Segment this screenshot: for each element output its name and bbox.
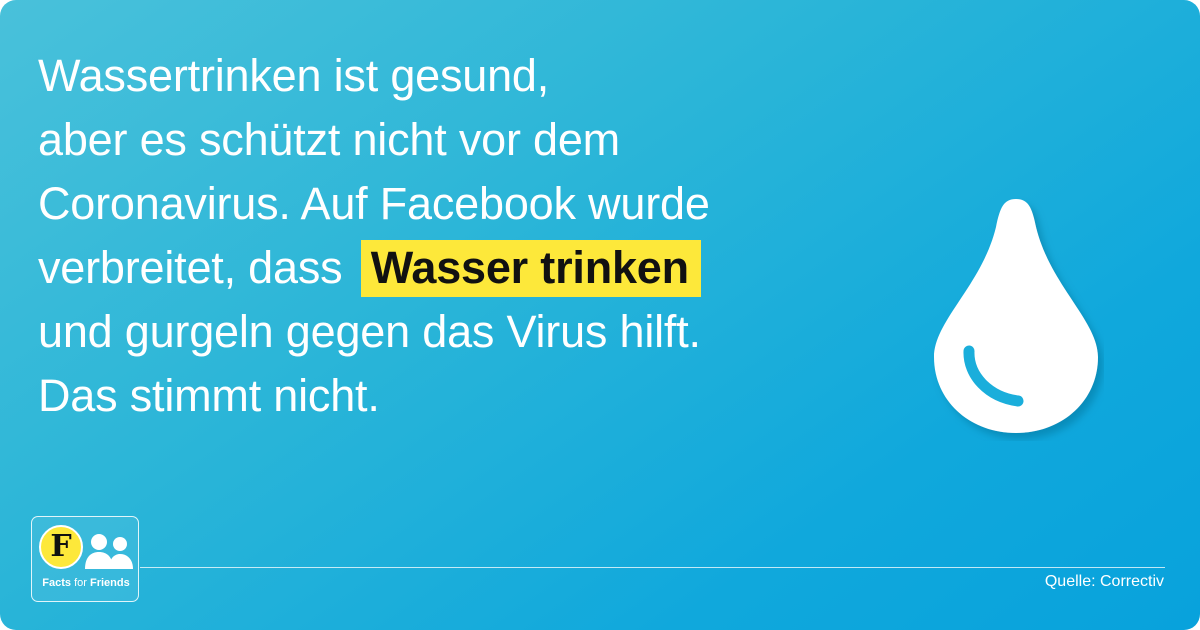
headline-line-2: aber es schützt nicht vor dem [38,114,620,165]
logo-word-facts: Facts [42,577,72,589]
headline-line-4-text: verbreitet, dass [38,242,343,293]
headline-line-4: verbreitet, dass Wasser trinken [38,236,918,300]
headline: Wassertrinken ist gesund, aber es schütz… [38,44,918,428]
headline-line-5: und gurgeln gegen das Virus hilft. [38,306,701,357]
highlight-wasser-trinken: Wasser trinken [360,240,701,297]
logo-letter-f: F [39,525,83,569]
logo-wordmark: Facts for Friends [32,577,140,589]
source-label: Quelle: Correctiv [1044,573,1164,590]
logo-word-for: for [74,577,87,589]
share-card: Wassertrinken ist gesund, aber es schütz… [0,0,1200,630]
logo-word-friends: Friends [89,577,130,589]
facts-for-friends-logo: F Facts for Friends [31,516,139,602]
headline-line-3: Coronavirus. Auf Facebook wurde [38,178,710,229]
headline-line-6: Das stimmt nicht. [38,370,380,421]
people-icon [85,534,133,569]
headline-line-1: Wassertrinken ist gesund, [38,50,550,101]
footer-divider [140,567,1165,568]
water-drop-icon [934,199,1098,433]
